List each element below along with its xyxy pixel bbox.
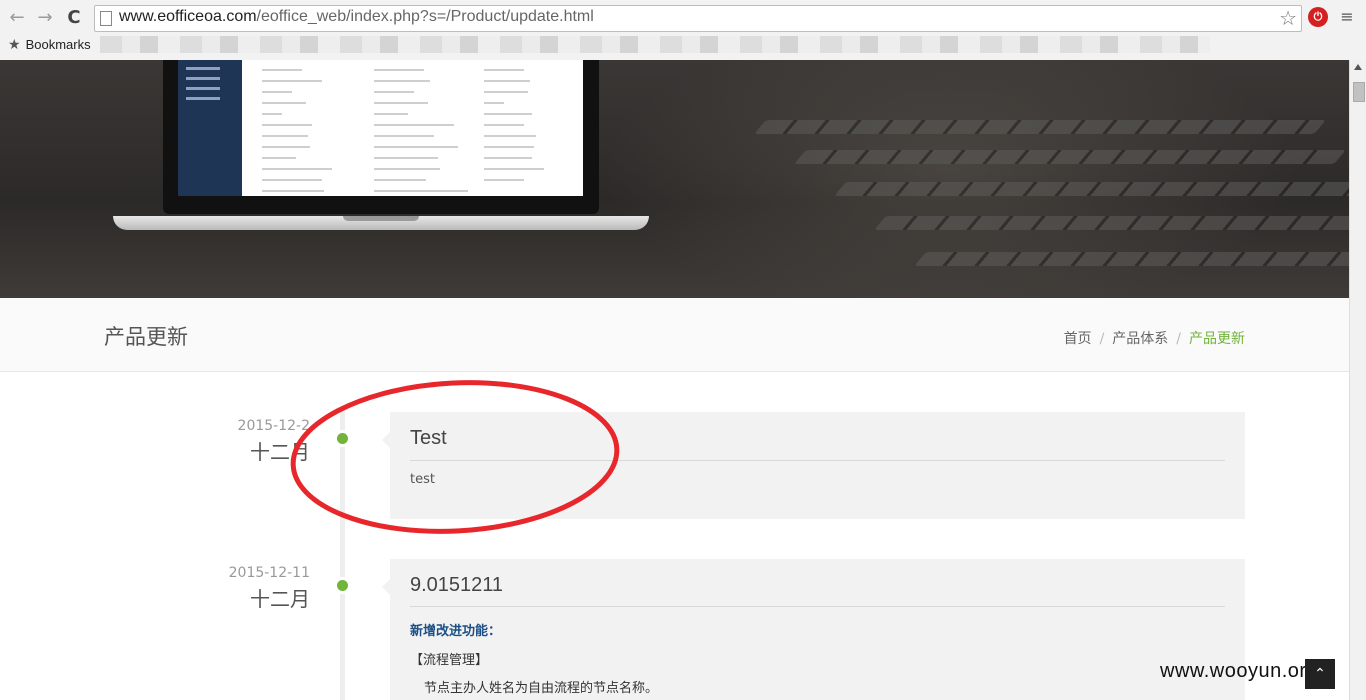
url-path: /eoffice_web/index.php?s=/Product/update… [256,8,594,25]
scrollbar[interactable] [1349,60,1366,700]
bookmarks-star-icon: ★ [8,36,21,52]
back-to-top-button[interactable]: ⌃ [1305,659,1335,689]
keyboard-row [874,216,1349,230]
keyboard-row [914,252,1349,266]
page-icon [100,11,112,26]
laptop-display-image [178,60,583,196]
change-item: 节点主办人姓名为自由流程的节点名称。 [424,681,659,696]
entry-date-day: 2015-12-11 [228,565,310,581]
blurred-bookmarks [100,36,1210,53]
bookmarks-bar[interactable]: ★ Bookmarks [8,36,91,53]
menu-icon[interactable]: ≡ [1338,8,1356,26]
timeline-dot [337,580,348,591]
timeline-card: 9.0151211 新增改进功能： 【流程管理】 节点主办人姓名为自由流程的节点… [382,559,1245,700]
back-icon[interactable]: ← [6,7,28,29]
feature-heading: 新增改进功能： [410,624,502,639]
laptop-sidebar [178,60,242,196]
forward-icon[interactable]: → [34,7,56,29]
breadcrumb-home[interactable]: 首页 [1064,331,1092,347]
page-title: 产品更新 [104,325,188,349]
breadcrumb-product-system[interactable]: 产品体系 [1112,331,1168,347]
page-header: 产品更新 首页 / 产品体系 / 产品更新 [0,298,1349,372]
url-domain: www.eofficeoa.com [119,8,257,25]
breadcrumb-separator: / [1176,331,1181,347]
section-label: 【流程管理】 [410,653,489,668]
laptop-column [478,60,588,196]
scroll-up-icon[interactable] [1354,64,1362,70]
scroll-thumb[interactable] [1353,82,1365,102]
breadcrumb-current: 产品更新 [1189,331,1245,347]
card-divider [410,606,1225,607]
laptop-column [256,60,366,196]
keyboard-row [754,120,1326,134]
address-bar[interactable]: www.eofficeoa.com/eoffice_web/index.php?… [94,5,1302,32]
keyboard-row [834,182,1349,196]
watermark: www.wooyun.org [1160,660,1319,682]
reload-icon[interactable]: C [63,7,85,29]
url-text[interactable]: www.eofficeoa.com/eoffice_web/index.php?… [119,8,594,26]
keyboard-row [794,150,1346,164]
breadcrumb-separator: / [1099,331,1105,347]
bookmark-star-icon[interactable]: ☆ [1279,6,1297,30]
laptop-notch [343,216,419,221]
breadcrumb: 首页 / 产品体系 / 产品更新 [1064,328,1245,348]
bookmarks-label: Bookmarks [25,37,91,52]
entry-title[interactable]: 9.0151211 [410,574,503,597]
browser-chrome: ← → C www.eofficeoa.com/eoffice_web/inde… [0,0,1366,61]
extension-icon[interactable]: ⏻ [1308,7,1328,27]
annotation-ellipse [290,380,620,534]
laptop-column [368,60,478,196]
hero-banner [0,60,1349,298]
entry-date-month: 十二月 [250,587,310,611]
entry-date: 2015-12-11 十二月 [160,565,310,625]
